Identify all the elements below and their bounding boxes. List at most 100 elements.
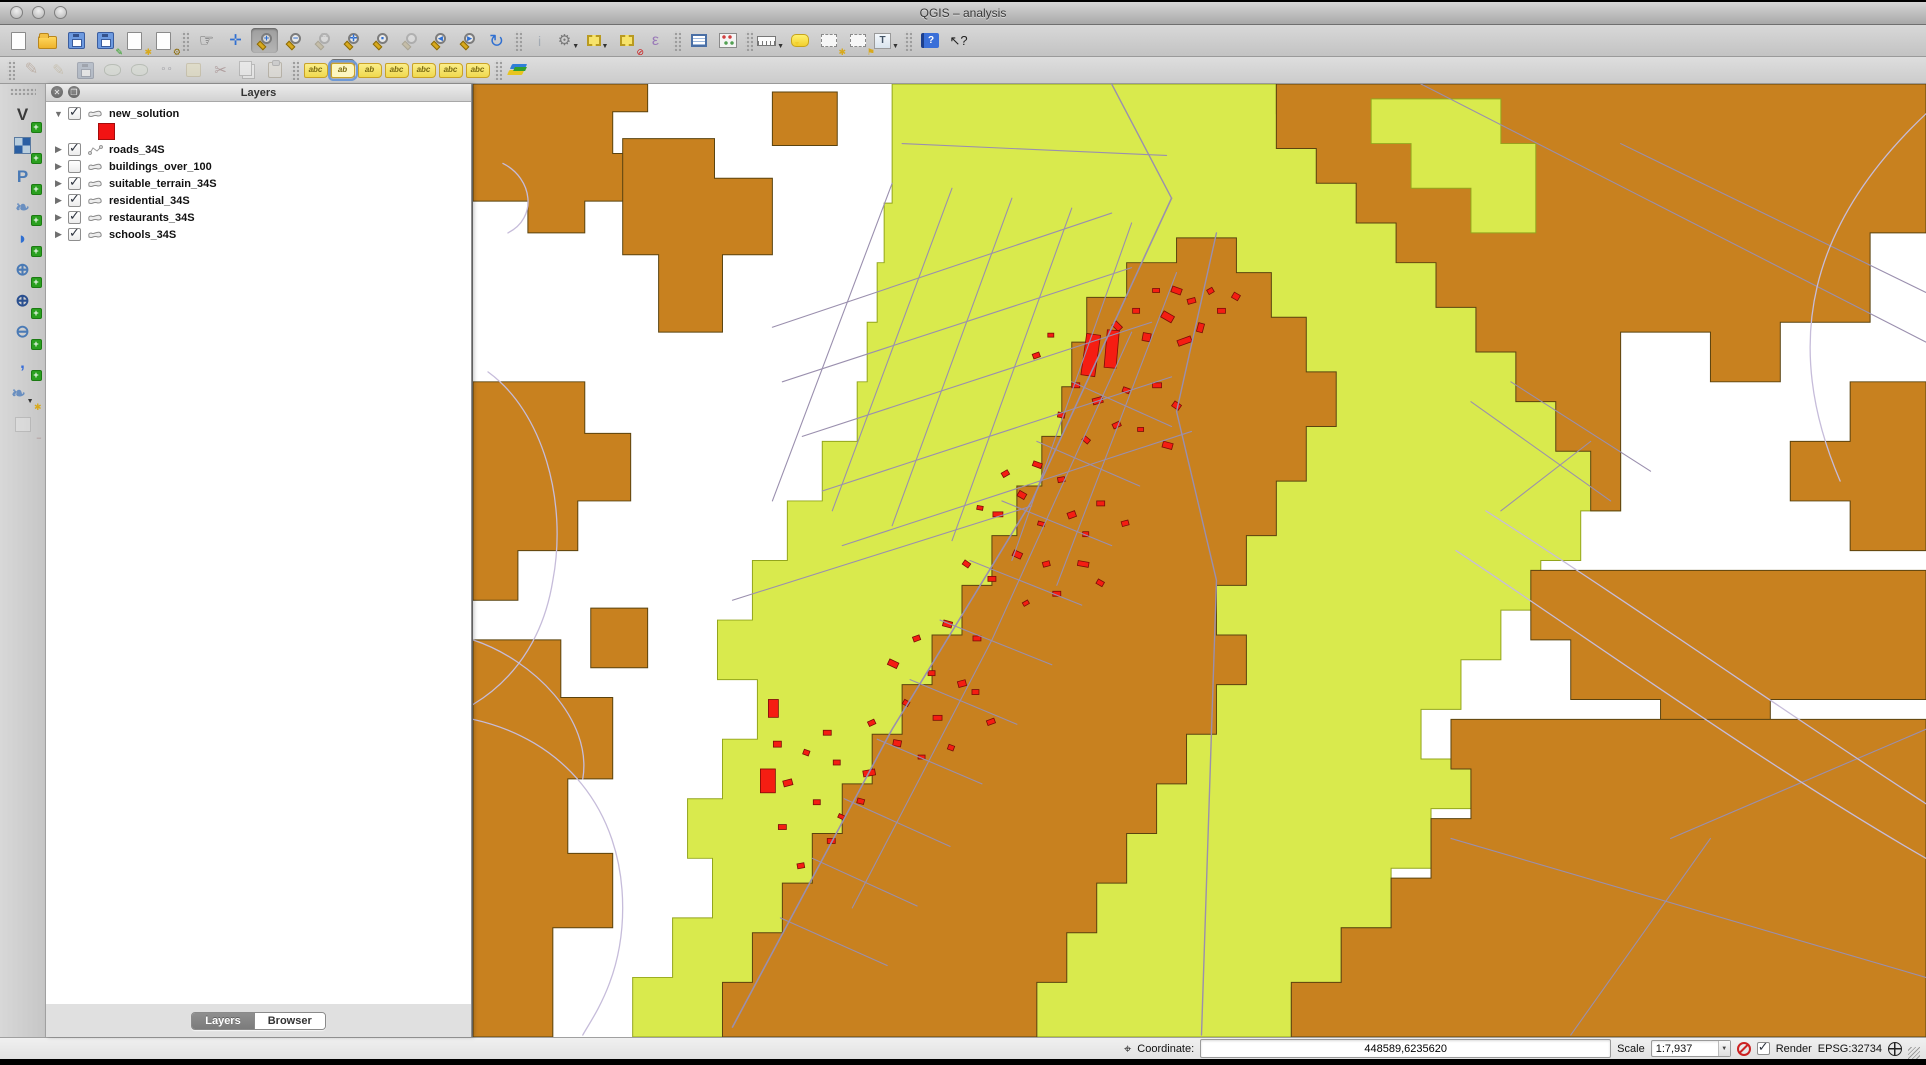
composer-manager-button[interactable]: ⚙ bbox=[150, 28, 181, 57]
add-vector-layer-button[interactable]: V + bbox=[8, 100, 42, 133]
current-edits-button[interactable]: ✎ bbox=[19, 59, 44, 81]
expander-icon[interactable]: ▶ bbox=[54, 178, 63, 189]
zoom-in-button[interactable]: + bbox=[251, 28, 278, 53]
open-attribute-table-button[interactable] bbox=[685, 28, 712, 53]
toolbar-grip[interactable] bbox=[514, 30, 522, 51]
new-print-composer-button[interactable]: ✱ bbox=[121, 28, 152, 57]
zoom-last-button[interactable]: ◂ bbox=[425, 28, 452, 53]
pan-map-button[interactable]: ☞ bbox=[193, 28, 220, 53]
save-layer-edits-button[interactable] bbox=[73, 59, 98, 81]
layer-visibility-checkbox[interactable] bbox=[68, 225, 81, 241]
coordinate-capture-icon[interactable]: ⌖ bbox=[1124, 1041, 1131, 1057]
add-raster-layer-button[interactable]: + bbox=[8, 131, 42, 164]
crs-globe-icon[interactable] bbox=[1888, 1041, 1902, 1056]
expander-icon[interactable]: ▶ bbox=[54, 212, 63, 223]
move-label-button[interactable]: abc bbox=[384, 59, 409, 81]
toolbar-grip[interactable] bbox=[745, 30, 753, 51]
expander-icon[interactable]: ▶ bbox=[54, 229, 63, 240]
add-postgis-layer-button[interactable]: P + bbox=[8, 162, 42, 195]
measure-line-button[interactable]: ▼ bbox=[757, 28, 784, 53]
remove-layer-button[interactable]: − bbox=[8, 410, 42, 443]
zoom-full-button[interactable]: ✛ bbox=[338, 28, 365, 53]
layer-visibility-checkbox[interactable] bbox=[68, 160, 81, 173]
toolbar-grip[interactable] bbox=[7, 60, 15, 80]
layer-visibility-checkbox[interactable] bbox=[68, 140, 81, 156]
show-bookmarks-button[interactable]: ⚑ bbox=[844, 28, 875, 57]
layer-row-roads_34S[interactable]: ▶ roads_34S bbox=[46, 140, 471, 158]
refresh-map-button[interactable]: ↻ bbox=[483, 28, 510, 53]
toolbar-grip[interactable] bbox=[494, 60, 502, 80]
new-project-button[interactable] bbox=[5, 28, 32, 53]
layer-row-new_solution[interactable]: ▼ new_solution bbox=[46, 104, 471, 122]
toolbar-grip[interactable] bbox=[9, 88, 36, 95]
select-features-button[interactable]: ▼ bbox=[584, 28, 611, 53]
stop-render-icon[interactable] bbox=[1736, 1041, 1751, 1056]
node-tool-button[interactable]: ∘∘ bbox=[154, 59, 179, 81]
resize-grip[interactable] bbox=[1908, 1047, 1920, 1059]
whats-this-button[interactable]: ↖? bbox=[945, 28, 972, 53]
copy-features-button[interactable] bbox=[235, 59, 260, 81]
field-calculator-button[interactable] bbox=[714, 28, 741, 53]
scale-combo[interactable]: 1:7,937 ▼ bbox=[1650, 1040, 1731, 1057]
close-window-button[interactable] bbox=[10, 6, 23, 19]
text-annotation-button[interactable]: T ▼ bbox=[873, 28, 900, 53]
map-canvas[interactable] bbox=[472, 84, 1926, 1037]
layer-visibility-checkbox[interactable] bbox=[68, 191, 81, 207]
panel-tab-browser[interactable]: Browser bbox=[253, 1012, 325, 1029]
add-wfs-layer-button[interactable]: ⊖ + bbox=[8, 317, 42, 350]
coordinate-input[interactable] bbox=[1200, 1039, 1612, 1058]
add-wcs-layer-button[interactable]: ⊕ + bbox=[8, 286, 42, 319]
zoom-next-button[interactable]: ▸ bbox=[454, 28, 481, 53]
add-spatialite-layer-button[interactable]: ❧ + bbox=[8, 193, 42, 226]
layer-visibility-checkbox[interactable] bbox=[68, 174, 81, 190]
add-delimited-text-layer-button[interactable]: , + bbox=[8, 348, 42, 381]
cut-features-button[interactable]: ✂ bbox=[208, 59, 233, 81]
add-feature-button[interactable] bbox=[100, 59, 125, 81]
paste-features-button[interactable] bbox=[262, 59, 287, 81]
change-label-button[interactable]: abc bbox=[438, 59, 463, 81]
legend-color-swatch[interactable] bbox=[98, 123, 115, 140]
label-properties-button[interactable]: abc bbox=[465, 59, 490, 81]
zoom-to-layer-button[interactable] bbox=[396, 28, 423, 53]
expander-icon[interactable]: ▶ bbox=[54, 161, 63, 172]
panel-tab-layers[interactable]: Layers bbox=[192, 1012, 254, 1029]
help-contents-button[interactable]: ? bbox=[916, 28, 943, 53]
new-bookmark-button[interactable]: ✱ bbox=[815, 28, 846, 57]
pan-map-to-selection-button[interactable]: ✛ bbox=[222, 28, 249, 53]
run-feature-action-button[interactable]: ⚙ ▼ bbox=[555, 28, 582, 53]
expander-icon[interactable]: ▶ bbox=[54, 195, 63, 206]
toolbar-grip[interactable] bbox=[904, 30, 912, 51]
layer-row-schools_34S[interactable]: ▶ schools_34S bbox=[46, 225, 471, 243]
layer-visibility-checkbox[interactable] bbox=[68, 208, 81, 224]
open-project-button[interactable] bbox=[34, 28, 61, 53]
toolbar-grip[interactable] bbox=[181, 30, 189, 51]
toolbar-grip[interactable] bbox=[291, 60, 299, 80]
layer-row-residential_34S[interactable]: ▶ residential_34S bbox=[46, 191, 471, 209]
identify-features-button[interactable]: i bbox=[526, 28, 553, 53]
label-options-button[interactable]: abc bbox=[303, 59, 328, 81]
save-project-as-button[interactable]: ✎ bbox=[92, 28, 123, 57]
layer-visibility-checkbox[interactable] bbox=[68, 104, 81, 120]
expander-icon[interactable]: ▶ bbox=[54, 144, 63, 155]
add-circular-string-button[interactable] bbox=[127, 59, 152, 81]
panel-float-icon[interactable]: ❐ bbox=[68, 86, 80, 98]
render-checkbox[interactable] bbox=[1756, 1039, 1770, 1055]
new-spatialite-layer-button[interactable]: ❧ ✱ ▼ bbox=[8, 379, 41, 412]
deselect-features-button[interactable]: ⊘ bbox=[613, 28, 644, 57]
zoom-native-button[interactable]: 1:1 bbox=[309, 28, 336, 53]
zoom-to-selection-button[interactable]: ▪ bbox=[367, 28, 394, 53]
map-tips-button[interactable] bbox=[786, 28, 813, 53]
rotate-label-button[interactable]: abc bbox=[411, 59, 436, 81]
toggle-editing-button[interactable]: ✎ bbox=[46, 59, 71, 81]
pin-label-button[interactable]: ab bbox=[327, 59, 358, 81]
toolbar-grip[interactable] bbox=[673, 30, 681, 51]
panel-close-icon[interactable]: ✕ bbox=[51, 86, 63, 98]
expander-icon[interactable]: ▼ bbox=[54, 109, 63, 119]
highlight-pinned-labels-button[interactable]: ab bbox=[357, 59, 382, 81]
zoom-out-button[interactable]: − bbox=[280, 28, 307, 53]
select-by-expression-button[interactable]: ε bbox=[642, 28, 669, 53]
layer-row-buildings_over_100[interactable]: ▶ buildings_over_100 bbox=[46, 158, 471, 175]
zoom-window-button[interactable] bbox=[54, 6, 67, 19]
move-feature-button[interactable] bbox=[181, 59, 206, 81]
minimize-window-button[interactable] bbox=[32, 6, 45, 19]
